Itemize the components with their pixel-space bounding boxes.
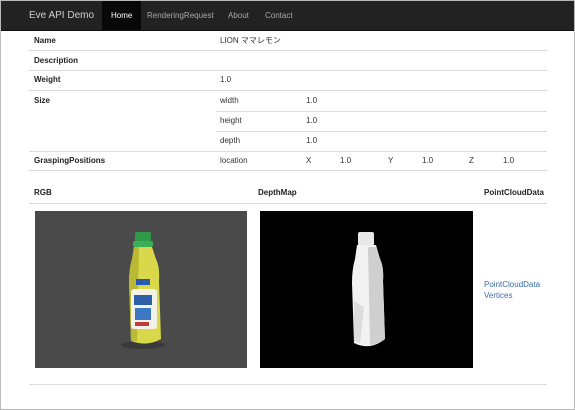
- grasping-z-value: 1.0: [503, 156, 515, 165]
- size-depth-value: 1.0: [306, 136, 318, 145]
- size-width-value: 1.0: [306, 96, 318, 105]
- depthmap-image: [260, 211, 473, 368]
- rgb-bottle-render: [121, 232, 165, 349]
- brand-link[interactable]: Eve API Demo: [29, 1, 94, 30]
- rgb-image: [35, 211, 247, 368]
- weight-label: Weight: [34, 75, 61, 84]
- row-divider: [216, 131, 547, 132]
- grasping-y-label: Y: [388, 156, 394, 165]
- grasping-location-label: location: [220, 156, 248, 165]
- nav-about[interactable]: About: [219, 1, 258, 30]
- rgb-heading: RGB: [34, 188, 52, 197]
- grasping-x-value: 1.0: [340, 156, 352, 165]
- grasping-z-label: Z: [469, 156, 474, 165]
- grasping-positions-label: GraspingPositions: [34, 156, 106, 165]
- name-value: LION ママレモン: [220, 36, 281, 45]
- weight-value: 1.0: [220, 75, 232, 84]
- nav-home[interactable]: Home: [102, 1, 142, 30]
- top-navbar: Eve API Demo Home RenderingRequest About…: [1, 1, 574, 31]
- nav-rendering-request[interactable]: RenderingRequest: [138, 1, 223, 30]
- size-width-label: width: [220, 96, 239, 105]
- vertices-link[interactable]: Vertices: [484, 291, 512, 301]
- name-label: Name: [34, 36, 56, 45]
- depth-bottle-render: [352, 232, 385, 347]
- row-divider: [29, 203, 547, 204]
- browser-page: Eve API Demo Home RenderingRequest About…: [0, 0, 575, 410]
- row-divider: [29, 50, 547, 51]
- size-height-label: height: [220, 116, 242, 125]
- row-divider: [216, 111, 547, 112]
- description-label: Description: [34, 56, 79, 65]
- pointcloud-heading: PointCloudData: [484, 188, 544, 197]
- pointclouddata-link[interactable]: PointCloudData: [484, 280, 540, 290]
- size-depth-label: depth: [220, 136, 241, 145]
- row-divider: [29, 70, 547, 71]
- nav-contact[interactable]: Contact: [256, 1, 302, 30]
- grasping-y-value: 1.0: [422, 156, 434, 165]
- section-divider: [29, 384, 547, 385]
- row-divider: [29, 151, 547, 152]
- depthmap-heading: DepthMap: [258, 188, 297, 197]
- size-label: Size: [34, 96, 51, 105]
- size-height-value: 1.0: [306, 116, 318, 125]
- row-divider: [29, 90, 547, 91]
- row-divider: [29, 170, 547, 171]
- grasping-x-label: X: [306, 156, 312, 165]
